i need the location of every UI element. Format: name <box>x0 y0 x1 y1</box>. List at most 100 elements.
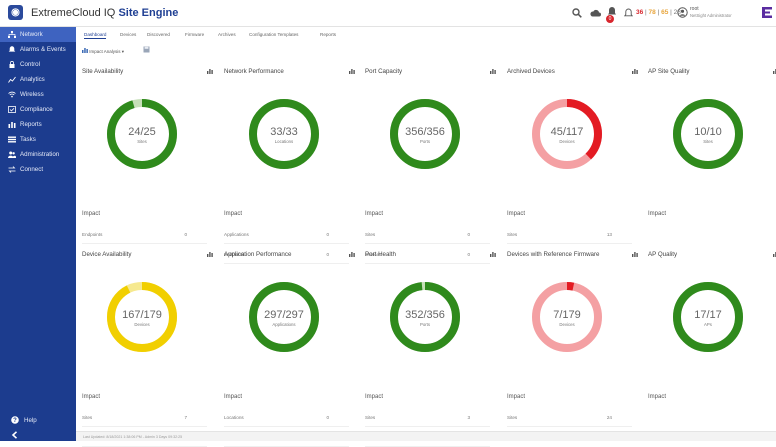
sidebar-item-label: Connect <box>20 166 44 173</box>
alarm-counts[interactable]: 36 | 78 | 65 | 28 <box>636 9 681 16</box>
tab-firmware[interactable]: Firmware <box>185 32 204 37</box>
sidebar-item-analytics[interactable]: Analytics <box>0 72 76 87</box>
tab-discovered[interactable]: Discovered <box>147 32 170 37</box>
impact-row-value[interactable]: 3 <box>450 415 470 420</box>
impact-row-divider <box>365 426 490 427</box>
sidebar-item-label: Reports <box>20 121 42 128</box>
sidebar-item-label: Alarms & Events <box>20 46 66 53</box>
ring-value: 45/117 <box>550 126 584 138</box>
impact-heading: Impact <box>365 394 384 400</box>
tab-archives[interactable]: Archives <box>218 32 236 37</box>
impact-row-label: Sites <box>82 415 93 420</box>
ring-unit: Applications <box>272 322 296 327</box>
ring-value: 10/10 <box>694 126 722 138</box>
network-icon <box>8 31 16 38</box>
tab-dashboard[interactable]: Dashboard <box>84 32 107 39</box>
impact-heading: Impact <box>224 211 243 217</box>
impact-heading: Impact <box>82 211 101 217</box>
impact-row-divider <box>365 263 490 264</box>
search-icon[interactable] <box>572 8 582 21</box>
tab-devices[interactable]: Devices <box>120 32 136 37</box>
sidebar-item-connect[interactable]: Connect <box>0 162 76 177</box>
wifi-icon <box>8 91 16 98</box>
card-title: Port Capacity <box>365 68 403 75</box>
impact-heading: Impact <box>648 394 667 400</box>
card-chart-icon[interactable] <box>207 252 213 257</box>
card-chart-icon[interactable] <box>349 69 355 74</box>
sidebar-item-compliance[interactable]: Compliance <box>0 102 76 117</box>
impact-row-value[interactable]: 13 <box>592 232 612 237</box>
view-selector[interactable]: Impact Analysis ▾ <box>82 47 124 55</box>
sidebar: Network Alarms & Events Control Analytic… <box>0 27 76 441</box>
sidebar-item-tasks[interactable]: Tasks <box>0 132 76 147</box>
impact-heading: Impact <box>365 211 384 217</box>
sidebar-item-administration[interactable]: Administration <box>0 147 76 162</box>
tab-configuration-templates[interactable]: Configuration Templates <box>249 32 298 37</box>
bell-icon <box>8 46 16 52</box>
tasks-icon <box>8 136 16 143</box>
impact-row-divider <box>82 243 207 244</box>
impact-row-divider <box>507 426 632 427</box>
impact-row-value[interactable]: 24 <box>592 415 612 420</box>
impact-row-label: Sites <box>507 232 518 237</box>
impact-row-divider <box>224 426 349 427</box>
card-chart-icon[interactable] <box>207 69 213 74</box>
app-logo-icon[interactable]: ◉ <box>8 5 23 20</box>
impact-row-value[interactable]: 0 <box>309 232 329 237</box>
ring-unit: Devices <box>134 322 150 327</box>
impact-heading: Impact <box>648 211 667 217</box>
last-updated-text: Last Updated: 8/18/2021 1:38:06 PM - Adm… <box>83 435 183 439</box>
sidebar-item-reports[interactable]: Reports <box>0 117 76 132</box>
view-selector-label: Impact Analysis <box>89 49 121 54</box>
impact-row-value[interactable]: 0 <box>450 252 470 257</box>
collapse-sidebar-button[interactable] <box>0 429 76 441</box>
impact-row-value[interactable]: 0 <box>309 415 329 420</box>
sidebar-item-wireless[interactable]: Wireless <box>0 87 76 102</box>
tab-reports[interactable]: Reports <box>320 32 336 37</box>
impact-row-value[interactable]: 0 <box>309 252 329 257</box>
ring-value: 7/179 <box>553 309 581 321</box>
sidebar-item-label: Compliance <box>20 106 53 113</box>
sidebar-item-label: Network <box>20 31 43 38</box>
impact-row-divider <box>365 243 490 244</box>
chevron-left-icon <box>11 431 18 439</box>
brand-name: ExtremeCloud IQ <box>31 7 116 19</box>
card-chart-icon[interactable] <box>632 252 638 257</box>
ring-unit: Sites <box>137 139 147 144</box>
sidebar-item-control[interactable]: Control <box>0 57 76 72</box>
compliance-icon <box>8 106 16 113</box>
card-chart-icon[interactable] <box>490 69 496 74</box>
cloud-icon[interactable] <box>590 8 601 20</box>
notification-bell-icon[interactable] <box>623 8 634 21</box>
help-icon: ? <box>11 416 19 424</box>
analytics-icon <box>8 76 16 83</box>
impact-row-label: Sites <box>365 232 376 237</box>
ring-value: 17/17 <box>694 309 722 321</box>
chevron-down-icon: ▾ <box>121 49 125 54</box>
ring-value: 33/33 <box>270 126 298 138</box>
impact-row-value[interactable]: 7 <box>167 415 187 420</box>
impact-row-value[interactable]: 0 <box>450 232 470 237</box>
ring-unit: APs <box>704 322 712 327</box>
user-name[interactable]: root <box>690 7 699 12</box>
user-role: NetSight Administrator <box>690 13 732 18</box>
help-link[interactable]: ? Help <box>0 414 76 426</box>
sidebar-item-network[interactable]: Network <box>0 27 76 42</box>
save-dashboard-icon[interactable] <box>143 46 150 54</box>
ring-unit: Devices <box>559 322 575 327</box>
ring-value: 352/356 <box>405 309 445 321</box>
card-title: Application Performance <box>224 251 292 258</box>
user-avatar-icon[interactable] <box>677 7 688 21</box>
card-chart-icon[interactable] <box>490 252 496 257</box>
impact-row-divider <box>224 243 349 244</box>
sidebar-item-label: Administration <box>20 151 60 158</box>
card-title: Devices with Reference Firmware <box>507 251 600 258</box>
card-chart-icon[interactable] <box>349 252 355 257</box>
sidebar-item-label: Control <box>20 61 40 68</box>
impact-row-label: Applications <box>224 232 249 237</box>
card-chart-icon[interactable] <box>632 69 638 74</box>
sidebar-item-alarms-events[interactable]: Alarms & Events <box>0 42 76 57</box>
impact-row-value[interactable]: 0 <box>167 232 187 237</box>
card-title: Archived Devices <box>507 68 555 75</box>
lock-icon <box>9 61 15 68</box>
